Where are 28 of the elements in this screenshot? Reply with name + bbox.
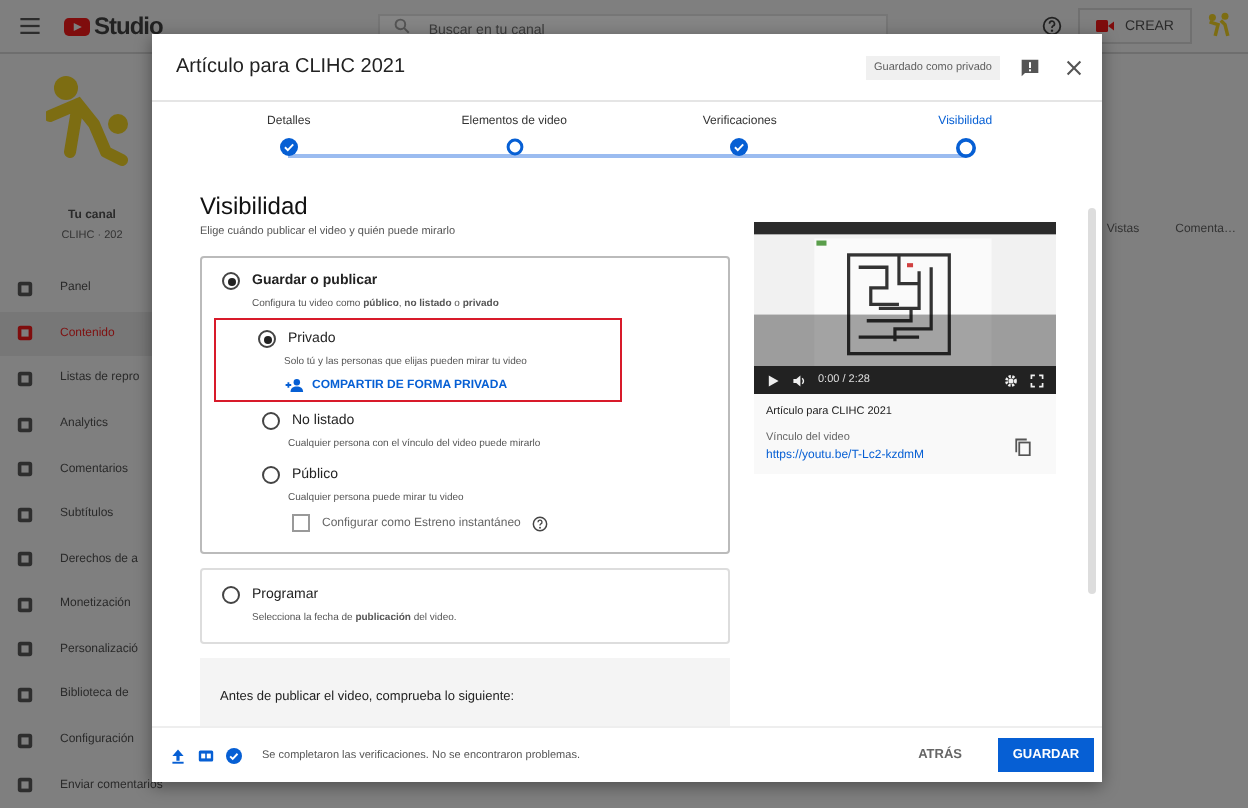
radio-button[interactable] — [262, 412, 280, 430]
hd-icon — [198, 747, 214, 763]
step-check-icon[interactable] — [279, 138, 298, 156]
menu-icon[interactable] — [20, 18, 40, 34]
step-circle-icon[interactable] — [955, 137, 976, 157]
play-logo-icon — [64, 17, 90, 35]
radio-button[interactable] — [222, 586, 240, 604]
help-icon[interactable] — [1042, 16, 1063, 36]
checkbox[interactable] — [292, 514, 310, 532]
radio-button[interactable] — [222, 272, 240, 290]
radio-button[interactable] — [258, 330, 276, 348]
step-check-icon[interactable] — [730, 138, 749, 156]
volume-icon[interactable] — [792, 373, 806, 387]
add-person-icon — [284, 378, 304, 392]
copy-icon[interactable] — [1014, 438, 1032, 456]
dialog-title: Artículo para CLIHC 2021 — [176, 56, 408, 78]
scrollbar[interactable] — [1088, 208, 1096, 594]
help-icon[interactable] — [532, 515, 549, 531]
upload-icon — [170, 747, 186, 763]
studio-logo[interactable]: Studio — [94, 12, 163, 40]
fullscreen-icon[interactable] — [1030, 373, 1044, 387]
step-circle-icon[interactable] — [505, 138, 524, 156]
radio-button[interactable] — [262, 466, 280, 484]
play-icon[interactable] — [766, 373, 780, 387]
check-icon — [226, 747, 242, 763]
video-camera-icon — [1096, 20, 1115, 32]
section-heading: Visibilidad — [200, 192, 310, 220]
close-icon[interactable] — [1066, 59, 1082, 75]
